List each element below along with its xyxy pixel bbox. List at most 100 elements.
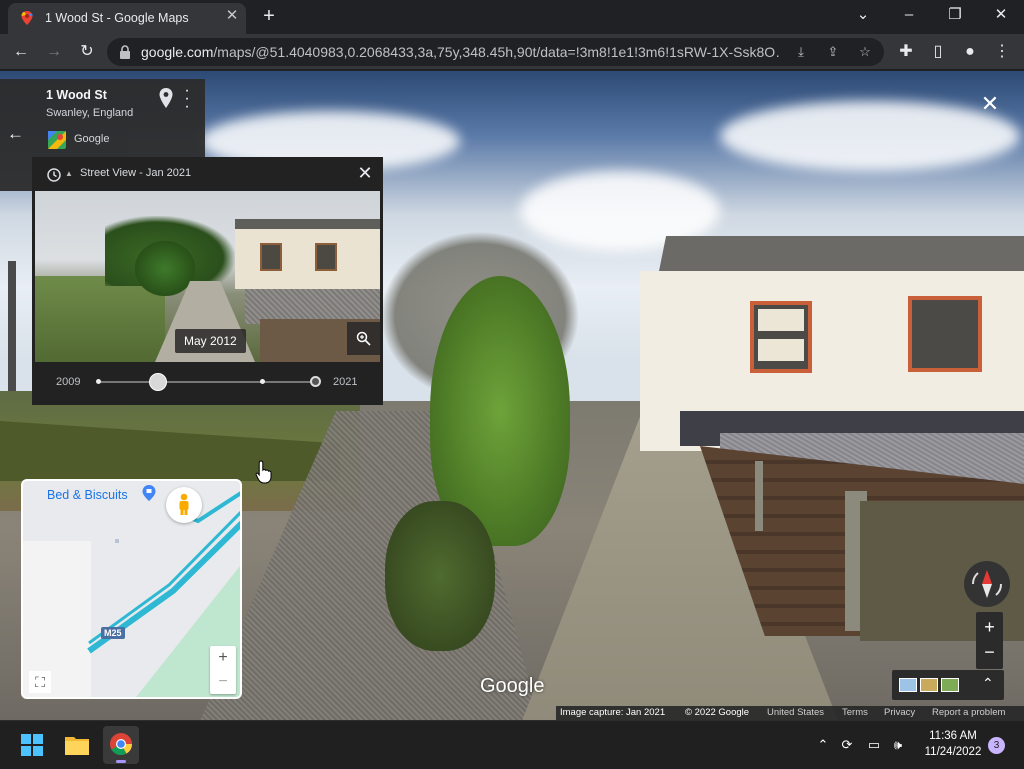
compass-control[interactable]: [964, 561, 1010, 607]
address-bar[interactable]: google.com/maps/@51.4040983,0.2068433,3a…: [107, 38, 884, 66]
motorway-shield: M25: [101, 627, 125, 639]
date-slider-thumb[interactable]: [149, 373, 168, 391]
minimize-button[interactable]: –: [894, 4, 924, 26]
slider-end-year: 2021: [333, 376, 358, 388]
browser-title-bar: 1 Wood St - Google Maps ✕ + ⌄ – ❐ ✕: [0, 0, 1024, 34]
photo-tree: [135, 241, 195, 296]
photo-date-label: May 2012: [175, 329, 246, 353]
google-maps-logo-icon: [48, 131, 66, 149]
expand-photo-button[interactable]: [347, 322, 380, 355]
tab-search-chevron-icon[interactable]: ⌄: [848, 4, 878, 26]
layer-switcher[interactable]: ⌃: [892, 670, 1004, 700]
region-link[interactable]: United States: [767, 707, 824, 718]
profile-avatar-icon[interactable]: ●: [958, 40, 982, 64]
taskbar-date[interactable]: 11/24/2022: [918, 746, 988, 758]
close-street-view-icon[interactable]: ✕: [978, 92, 1002, 116]
expand-map-icon[interactable]: ⛶: [29, 671, 51, 693]
tab-title: 1 Wood St - Google Maps: [45, 11, 189, 25]
folder-icon: [65, 737, 89, 755]
extensions-puzzle-icon[interactable]: ✚: [894, 40, 918, 64]
lock-icon: [120, 45, 130, 59]
imagery-thumbnail[interactable]: [899, 678, 917, 692]
chrome-logo-icon: [110, 733, 132, 755]
network-icon[interactable]: ▭: [865, 737, 883, 753]
install-app-icon[interactable]: ⤓: [791, 42, 811, 62]
reload-icon[interactable]: ↻: [75, 40, 99, 64]
active-app-indicator: [116, 760, 126, 763]
sync-icon[interactable]: ⟳: [838, 737, 856, 753]
new-tab-button[interactable]: +: [258, 4, 280, 28]
tab-close-icon[interactable]: ✕: [224, 8, 240, 24]
bookmark-star-icon[interactable]: ☆: [855, 42, 875, 62]
forward-arrow-icon[interactable]: →: [42, 40, 66, 64]
url-text: google.com/maps/@51.4040983,0.2068433,3a…: [141, 44, 781, 60]
windows-taskbar: ⌃ ⟳ ▭ 🕪 11:36 AM 11/24/2022 3: [0, 720, 1024, 768]
compass-icon: [971, 570, 1003, 598]
imagery-source: Google: [74, 133, 110, 145]
mini-map[interactable]: Bed & Biscuits M25 + − ⛶: [21, 479, 242, 699]
browser-menu-icon[interactable]: ⋮: [990, 40, 1014, 64]
slider-tick[interactable]: [260, 379, 265, 384]
copyright-notice: © 2022 Google: [685, 707, 750, 718]
pegman-icon: [179, 493, 189, 515]
windows-logo-icon: [21, 734, 43, 756]
zoom-out-button[interactable]: −: [976, 640, 1003, 664]
slider-current-date-marker[interactable]: [310, 376, 321, 387]
time-machine-title: Street View - Jan 2021: [80, 167, 192, 179]
shrub: [385, 501, 495, 651]
imagery-thumbnail[interactable]: [941, 678, 959, 692]
mini-map-zoom-out-button[interactable]: −: [210, 672, 236, 692]
time-machine-header[interactable]: ▲ Street View - Jan 2021 ✕: [32, 157, 383, 191]
poi-marker-icon[interactable]: [142, 485, 156, 501]
privacy-link[interactable]: Privacy: [884, 707, 915, 718]
mini-map-zoom-control: + −: [210, 646, 236, 694]
report-problem-link[interactable]: Report a problem: [932, 707, 1005, 718]
slider-start-year: 2009: [56, 376, 81, 388]
cloud: [720, 101, 1020, 171]
zoom-magnifier-icon: [356, 331, 371, 346]
browser-tab[interactable]: 1 Wood St - Google Maps ✕: [8, 3, 246, 34]
imagery-thumbnail[interactable]: [920, 678, 938, 692]
window: [908, 296, 982, 372]
mini-map-zoom-in-button[interactable]: +: [210, 648, 236, 668]
google-maps-favicon-icon: [21, 11, 33, 25]
photo-window: [315, 243, 337, 271]
history-clock-icon[interactable]: [46, 167, 62, 183]
poi-label[interactable]: Bed & Biscuits: [47, 488, 128, 502]
place-name[interactable]: 1 Wood St: [46, 88, 107, 102]
location-pin-icon[interactable]: [159, 88, 173, 108]
google-watermark: Google: [480, 675, 545, 697]
zoom-in-button[interactable]: +: [976, 615, 1003, 639]
back-to-map-icon[interactable]: ←: [7, 124, 24, 144]
expand-chevron-icon[interactable]: ⌃: [982, 675, 994, 692]
hand-pointer-cursor-icon: [255, 460, 272, 484]
start-button[interactable]: [14, 726, 50, 764]
date-slider-track[interactable]: [98, 381, 314, 383]
side-panel-icon[interactable]: ▯: [926, 40, 950, 64]
pegman-position[interactable]: [166, 487, 202, 523]
taskbar-time[interactable]: 11:36 AM: [923, 730, 983, 742]
notification-badge[interactable]: 3: [988, 737, 1005, 754]
more-options-icon[interactable]: · · ·: [182, 83, 192, 115]
map-footer: Image capture: Jan 2021 © 2022 Google Un…: [556, 706, 1024, 720]
chrome-taskbar-button[interactable]: [103, 726, 139, 764]
street-view-zoom-control: + −: [976, 612, 1003, 669]
show-hidden-icons-chevron-icon[interactable]: ⌃: [814, 737, 832, 753]
share-icon[interactable]: ⇪: [823, 42, 843, 62]
close-time-machine-icon[interactable]: ✕: [354, 163, 376, 184]
fence-post: [755, 461, 763, 531]
restore-button[interactable]: ❐: [940, 4, 970, 26]
back-arrow-icon[interactable]: ←: [9, 40, 33, 64]
photo-house: [235, 229, 380, 289]
historic-photo-preview[interactable]: May 2012: [35, 191, 380, 362]
window: [750, 301, 812, 373]
photo-window: [260, 243, 282, 271]
utility-pole: [8, 261, 16, 391]
terms-link[interactable]: Terms: [842, 707, 868, 718]
caret-up-icon[interactable]: ▲: [65, 169, 73, 178]
volume-icon[interactable]: 🕪: [889, 737, 907, 753]
place-locality: Swanley, England: [46, 107, 134, 119]
file-explorer-button[interactable]: [59, 726, 95, 764]
slider-tick[interactable]: [96, 379, 101, 384]
window-close-button[interactable]: ✕: [986, 4, 1016, 26]
